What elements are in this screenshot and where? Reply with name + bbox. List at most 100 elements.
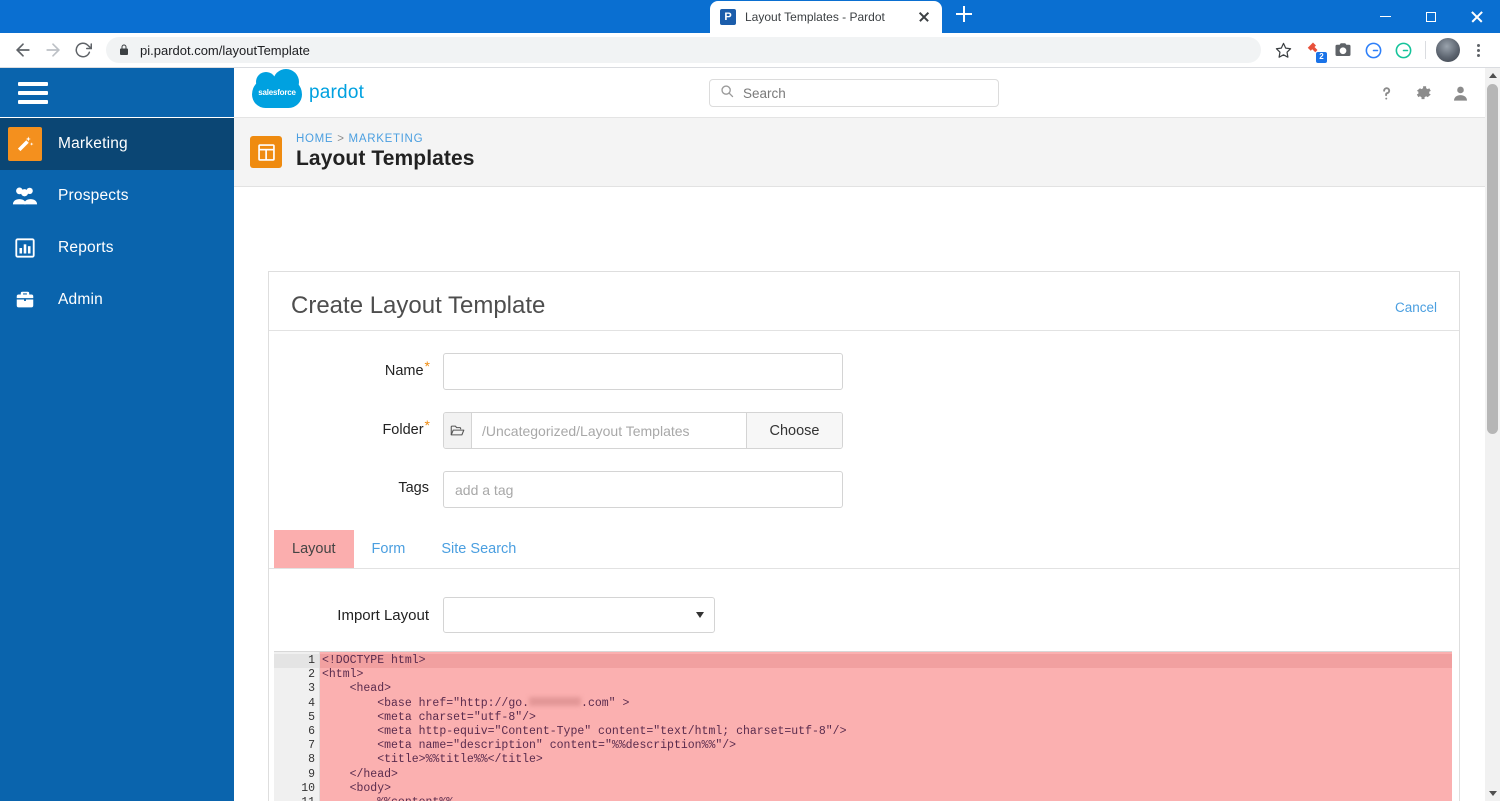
minimize-button[interactable] (1362, 0, 1408, 33)
line-number: 8 (308, 753, 315, 767)
tags-label-text: Tags (398, 480, 429, 496)
extension-icon[interactable]: 2 (1299, 36, 1327, 64)
sidebar-item-reports[interactable]: Reports (0, 222, 234, 274)
open-folder-icon (444, 413, 472, 448)
import-layout-row: Import Layout (269, 597, 1459, 633)
page-header: HOME > MARKETING Layout Templates (234, 118, 1488, 187)
sidebar-item-prospects[interactable]: Prospects (0, 170, 234, 222)
form-fields: Name* Folder* /Uncategorized/Layout Temp… (269, 331, 1459, 508)
folder-field-group: /Uncategorized/Layout Templates Choose (443, 412, 843, 449)
tags-input[interactable] (443, 471, 843, 508)
app-top-bar-icons (1377, 68, 1470, 118)
pardot-logo[interactable]: salesforce pardot (252, 68, 365, 108)
sidebar: Marketing Prospects Reports Admin (0, 68, 234, 801)
maximize-button[interactable] (1408, 0, 1454, 33)
search-icon (720, 84, 734, 103)
sidebar-item-admin[interactable]: Admin (0, 274, 234, 326)
folder-label-text: Folder (382, 422, 424, 438)
line-number: 11 (274, 796, 319, 801)
field-row-folder: Folder* /Uncategorized/Layout Templates … (269, 412, 1459, 449)
close-window-icon (1471, 11, 1483, 23)
name-input[interactable] (443, 353, 843, 390)
code-editor[interactable]: 1 2 3 4 5 6 7 8 9 10 11 12 13 14 <!DOCTY… (274, 651, 1452, 801)
breadcrumb-separator: > (337, 133, 345, 145)
search-input[interactable]: Search (709, 79, 999, 107)
browser-tab-title: Layout Templates - Pardot (745, 10, 885, 24)
app-top-bar: salesforce pardot Search (234, 68, 1488, 118)
briefcase-icon (8, 283, 42, 317)
create-layout-template-card: Create Layout Template Cancel Name* Fold… (268, 271, 1460, 801)
card-title: Create Layout Template (291, 292, 546, 319)
field-row-name: Name* (269, 353, 1459, 390)
hamburger-menu[interactable] (0, 68, 234, 118)
card-header: Create Layout Template Cancel (269, 272, 1459, 331)
magic-wand-icon (8, 127, 42, 161)
pardot-favicon: P (720, 9, 736, 25)
browser-toolbar: pi.pardot.com/layoutTemplate 2 (0, 33, 1500, 68)
reload-button[interactable] (68, 35, 98, 65)
line-number: 3 (308, 682, 315, 696)
sidebar-item-marketing[interactable]: Marketing (0, 118, 234, 170)
bar-chart-icon (8, 231, 42, 265)
page-title: Layout Templates (296, 147, 475, 170)
maximize-icon (1426, 11, 1436, 22)
tab-site-search[interactable]: Site Search (423, 530, 534, 568)
new-tab-button[interactable] (952, 2, 976, 26)
layout-template-icon (250, 136, 282, 168)
user-account-icon[interactable] (1451, 84, 1470, 103)
code-line: <body> (322, 781, 392, 795)
editor-code-area[interactable]: <!DOCTYPE html> <html> <head> <base href… (320, 652, 1452, 801)
forward-button[interactable] (38, 35, 68, 65)
address-bar-url: pi.pardot.com (140, 42, 219, 58)
breadcrumb-marketing[interactable]: MARKETING (349, 133, 424, 145)
choose-folder-button[interactable]: Choose (746, 413, 842, 448)
grammarly-icon[interactable] (1359, 36, 1387, 64)
import-layout-select[interactable] (443, 597, 715, 633)
salesforce-wordmark: salesforce (258, 88, 296, 97)
line-number: 6 (308, 724, 315, 738)
back-button[interactable] (8, 35, 38, 65)
help-question-icon[interactable] (1377, 84, 1396, 103)
gear-settings-icon[interactable] (1414, 84, 1433, 103)
code-line: </head> (322, 767, 398, 781)
browser-tab[interactable]: P Layout Templates - Pardot (710, 1, 942, 33)
import-layout-label: Import Layout (337, 606, 429, 624)
avatar (1436, 38, 1460, 62)
code-line: <!DOCTYPE html> (320, 654, 1452, 669)
scroll-down-button[interactable] (1485, 786, 1500, 801)
chrome-menu-icon[interactable] (1464, 36, 1492, 64)
code-line: <title>%%title%%</title> (322, 753, 543, 767)
browser-toolbar-icons: 2 (1269, 36, 1492, 64)
scroll-up-button[interactable] (1485, 68, 1500, 83)
app-viewport: Marketing Prospects Reports Admin salesf… (0, 68, 1500, 801)
bookmark-star-icon[interactable] (1269, 36, 1297, 64)
close-icon[interactable] (916, 9, 932, 25)
tab-layout[interactable]: Layout (274, 530, 354, 568)
extension-badge: 2 (1316, 52, 1327, 63)
address-bar-path: /layoutTemplate (218, 42, 310, 58)
required-asterisk: * (424, 358, 430, 374)
profile-avatar-icon[interactable] (1434, 36, 1462, 64)
code-line: <meta charset="utf-8"/> (322, 710, 536, 724)
close-window-button[interactable] (1454, 0, 1500, 33)
code-line: %%content%% (320, 796, 1452, 801)
address-bar[interactable]: pi.pardot.com/layoutTemplate (106, 37, 1261, 63)
hamburger-menu-icon (18, 81, 48, 104)
grammarly-active-icon[interactable] (1389, 36, 1417, 64)
cancel-button[interactable]: Cancel (1395, 300, 1437, 315)
redacted-domain (529, 697, 582, 707)
code-line: <html> (322, 668, 364, 682)
folder-value[interactable]: /Uncategorized/Layout Templates (472, 413, 746, 448)
screenshot-camera-icon[interactable] (1329, 36, 1357, 64)
name-label-text: Name (384, 363, 424, 379)
toolbar-divider (1425, 41, 1426, 59)
page-scrollbar[interactable] (1485, 68, 1500, 801)
code-line: <meta name="description" content="%%desc… (322, 739, 737, 753)
pardot-wordmark: pardot (309, 81, 365, 103)
browser-tab-strip: P Layout Templates - Pardot (0, 0, 1500, 33)
breadcrumb-home[interactable]: HOME (296, 133, 333, 145)
tab-form[interactable]: Form (354, 530, 424, 568)
editor-gutter: 1 2 3 4 5 6 7 8 9 10 11 12 13 14 (274, 652, 320, 801)
code-line: <head> (322, 682, 392, 696)
scrollbar-thumb[interactable] (1487, 84, 1498, 434)
